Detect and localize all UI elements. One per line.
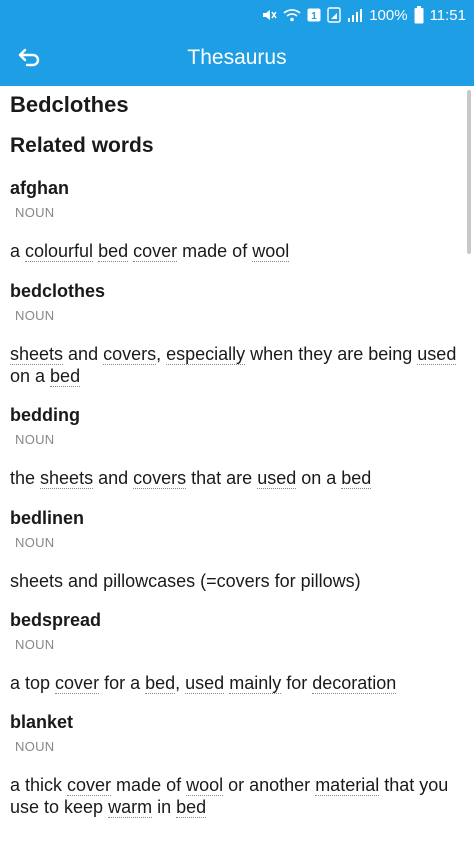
definition-text: on a [296,468,342,488]
definition-link-word[interactable]: sheets [40,468,94,489]
definition-link-word[interactable]: bed [145,673,176,694]
definition-link-word[interactable]: covers [133,468,187,489]
entry-pos: NOUN [15,432,55,447]
definition-text: on a [10,366,51,386]
entry-definition: the sheets and covers that are used on a… [10,467,468,489]
definition-link-word[interactable]: wool [252,241,290,262]
app-bar: Thesaurus [0,30,474,86]
entry-pos: NOUN [15,308,55,323]
definition-text: sheets and pillowcases (=covers for pill… [10,571,361,591]
definition-link-word[interactable]: bed [341,468,372,489]
definition-link-word[interactable]: material [315,775,380,796]
notification-icon: 1 [307,8,321,22]
entry-word[interactable]: afghan [10,178,69,199]
definition-text: when they are being [245,344,418,364]
status-bar: 1 100% 11:51 [0,0,474,30]
definition-link-word[interactable]: mainly [229,673,282,694]
entry-definition: sheets and pillowcases (=covers for pill… [10,570,468,592]
definition-link-word[interactable]: used [257,468,297,489]
entry-word[interactable]: bedspread [10,610,101,631]
definition-text: a top [10,673,56,693]
definition-link-word[interactable]: used [185,673,225,694]
entry-definition: a thick cover made of wool or another ma… [10,774,468,818]
entry-pos: NOUN [15,637,55,652]
notification-badge-count: 1 [311,11,317,22]
battery-percent: 100% [369,6,408,24]
definition-link-word[interactable]: bed [50,366,81,387]
status-icons: 1 100% 11:51 [261,0,466,30]
entry-word[interactable]: bedlinen [10,508,84,529]
content-area[interactable]: Bedclothes Related words afghan NOUN a c… [0,86,474,842]
page-title: Bedclothes [10,92,129,117]
signal-icon [347,8,363,22]
definition-link-word[interactable]: bed [98,241,129,262]
battery-icon [414,6,424,24]
definition-link-word[interactable]: cover [133,241,178,262]
definition-text: made of [111,775,187,795]
entry-definition: a colourful bed cover made of wool [10,240,468,262]
entry-definition: sheets and covers, especially when they … [10,343,468,387]
definition-text: the [10,468,41,488]
entry-definition: a top cover for a bed, used mainly for d… [10,672,468,694]
definition-text: in [152,797,177,817]
definition-link-word[interactable]: used [417,344,457,365]
definition-link-word[interactable]: cover [67,775,112,796]
entry-word[interactable]: bedclothes [10,281,105,302]
definition-text: that are [186,468,258,488]
definition-text: a [10,241,26,261]
definition-link-word[interactable]: especially [166,344,246,365]
wifi-icon [283,7,301,23]
entry-word[interactable]: bedding [10,405,80,426]
definition-link-word[interactable]: covers [103,344,157,365]
clock: 11:51 [429,6,466,24]
definition-text: or another [223,775,316,795]
entry-pos: NOUN [15,535,55,550]
definition-text: , [156,344,167,364]
entry-pos: NOUN [15,739,55,754]
definition-text: a thick [10,775,68,795]
definition-text: , [175,673,186,693]
definition-link-word[interactable]: sheets [10,344,64,365]
section-title: Related words [10,134,154,157]
definition-text: and [93,468,134,488]
definition-text: made of [177,241,253,261]
scrollbar[interactable] [467,90,471,254]
definition-link-word[interactable]: decoration [312,673,397,694]
definition-link-word[interactable]: wool [186,775,224,796]
sim-icon [327,7,341,23]
definition-link-word[interactable]: colourful [25,241,94,262]
definition-text: for [281,673,313,693]
definition-text: and [63,344,104,364]
definition-link-word[interactable]: cover [55,673,100,694]
entry-word[interactable]: blanket [10,712,73,733]
entry-pos: NOUN [15,205,55,220]
definition-text: for a [99,673,146,693]
definition-link-word[interactable]: bed [176,797,207,818]
app-title: Thesaurus [187,46,287,69]
definition-link-word[interactable]: warm [108,797,153,818]
mute-icon [261,7,277,23]
